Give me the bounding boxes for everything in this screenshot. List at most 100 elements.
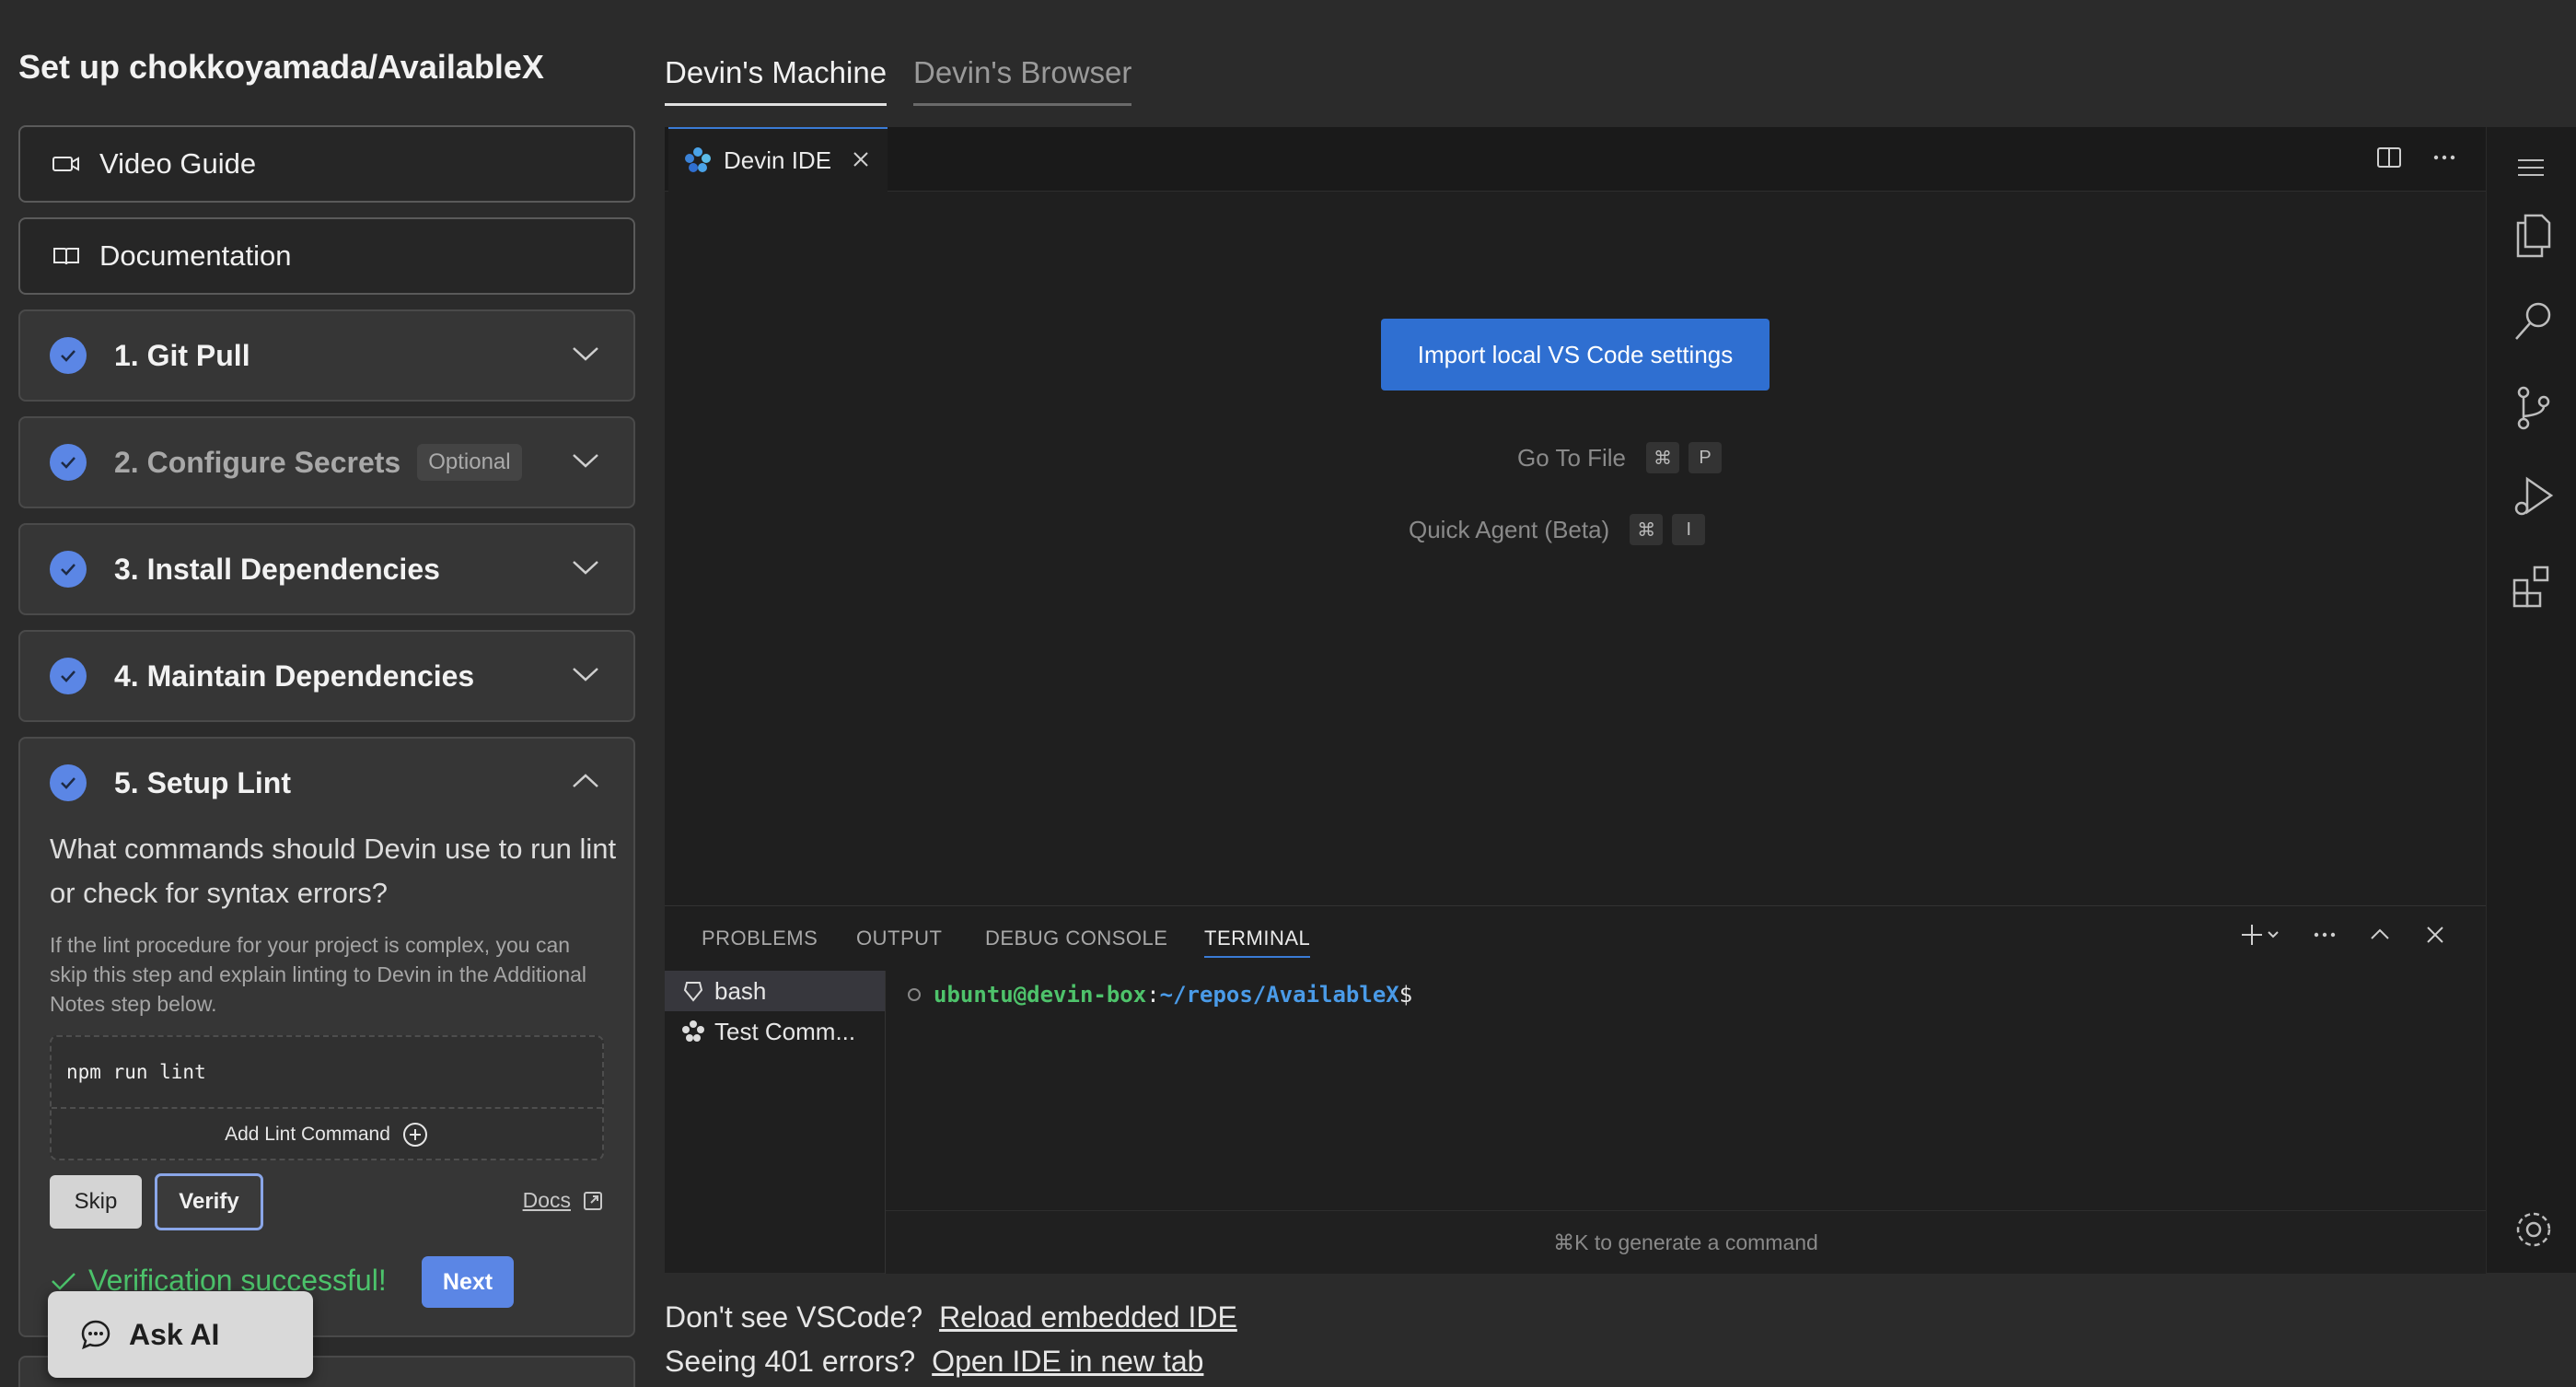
skip-button[interactable]: Skip (50, 1175, 142, 1229)
prompt-status-icon (908, 988, 921, 1001)
reload-help-text: Don't see VSCode? (665, 1300, 923, 1334)
terminal-list: bash Test Comm... (665, 971, 886, 1274)
video-guide-label: Video Guide (99, 147, 257, 180)
step-git-pull[interactable]: 1. Git Pull (18, 309, 635, 402)
extensions-icon[interactable] (2511, 560, 2557, 610)
setup-panel: Set up chokkoyamada/AvailableX Video Gui… (0, 0, 644, 1387)
terminal-output[interactable]: ubuntu@devin-box: ~/repos/AvailableX $ (908, 982, 1413, 1008)
chevron-up-icon[interactable] (571, 772, 600, 790)
panel-actions (2239, 921, 2449, 949)
chevron-down-icon (573, 561, 598, 575)
step-header[interactable]: 5. Setup Lint (20, 764, 633, 801)
editor-tab-devin-ide[interactable]: Devin IDE (668, 127, 888, 192)
more-actions-icon[interactable] (2311, 921, 2338, 949)
prompt-separator: : (1146, 982, 1160, 1008)
tab-terminal[interactable]: TERMINAL (1204, 927, 1311, 958)
chevron-down-icon (573, 347, 598, 361)
shortcut-label: Go To File (1517, 443, 1627, 472)
check-icon (50, 551, 87, 588)
search-icon[interactable] (2511, 297, 2557, 346)
source-control-icon[interactable] (2511, 383, 2557, 433)
devin-logo-icon (682, 1020, 704, 1042)
more-actions-icon[interactable] (2431, 144, 2458, 171)
documentation-label: Documentation (99, 239, 292, 272)
step-title: 5. Setup Lint (114, 765, 291, 799)
video-camera-icon (52, 157, 79, 171)
shortcut-key: ⌘ (1630, 514, 1664, 545)
terminal-name: bash (714, 976, 767, 1005)
generate-command-hint[interactable]: ⌘K to generate a command (886, 1210, 2486, 1274)
terminal-item-test[interactable]: Test Comm... (665, 1011, 885, 1052)
menu-icon[interactable] (2511, 147, 2551, 188)
maximize-panel-icon[interactable] (2366, 921, 2394, 949)
lint-command-input[interactable]: npm run lint (52, 1037, 602, 1109)
reload-ide-link[interactable]: Reload embedded IDE (939, 1300, 1237, 1334)
terminal-shell-icon (683, 982, 703, 1002)
ask-ai-label: Ask AI (129, 1317, 220, 1351)
tab-devins-browser[interactable]: Devin's Browser (913, 55, 1132, 106)
reload-help: Don't see VSCode? Reload embedded IDE (665, 1300, 1237, 1335)
optional-badge: Optional (417, 444, 522, 481)
terminal-item-bash[interactable]: bash (665, 971, 885, 1011)
docs-label: Docs (522, 1188, 571, 1212)
editor-welcome: Import local VS Code settings Go To File… (665, 192, 2486, 905)
close-icon[interactable] (849, 147, 873, 171)
new-terminal-icon[interactable] (2239, 921, 2283, 949)
plus-circle-icon (402, 1123, 427, 1147)
editor-actions (2375, 144, 2458, 171)
checkmark-icon (52, 1272, 75, 1290)
open-ide-new-tab-link[interactable]: Open IDE in new tab (932, 1345, 1203, 1378)
step-title: 1. Git Pull (114, 338, 250, 372)
close-panel-icon[interactable] (2421, 921, 2449, 949)
shortcut-key: I (1672, 514, 1706, 545)
devin-logo-icon (685, 147, 711, 172)
documentation-button[interactable]: Documentation (18, 217, 635, 295)
tab-problems[interactable]: PROBLEMS (702, 927, 818, 950)
docs-link[interactable]: Docs (523, 1188, 604, 1213)
tab-debug-console[interactable]: DEBUG CONSOLE (985, 927, 1167, 950)
activity-bar (2486, 127, 2576, 1273)
book-icon (53, 248, 79, 265)
chevron-down-icon (573, 668, 598, 682)
video-guide-button[interactable]: Video Guide (18, 125, 635, 203)
tab-output[interactable]: OUTPUT (856, 927, 942, 950)
shortcut-key: ⌘ (1646, 442, 1680, 473)
shortcut-label: Quick Agent (Beta) (1409, 515, 1610, 543)
check-icon (50, 658, 87, 694)
step-maintain-dependencies[interactable]: 4. Maintain Dependencies (18, 630, 635, 722)
check-icon (50, 337, 87, 374)
step-title: 4. Maintain Dependencies (114, 659, 475, 693)
step-title: 2. Configure Secrets (114, 445, 401, 479)
shortcut-quick-agent: Quick Agent (Beta) ⌘ I (1409, 514, 1706, 545)
chat-bubble-icon (81, 1320, 110, 1350)
lint-question: What commands should Devin use to run li… (50, 833, 617, 909)
verify-button[interactable]: Verify (155, 1173, 263, 1230)
chevron-down-icon (573, 454, 598, 468)
tab-devins-machine[interactable]: Devin's Machine (665, 55, 888, 106)
step-setup-lint: 5. Setup Lint What commands should Devin… (18, 737, 635, 1337)
step-title: 3. Install Dependencies (114, 552, 440, 586)
settings-gear-icon[interactable] (2511, 1205, 2557, 1254)
import-vscode-settings-button[interactable]: Import local VS Code settings (1381, 319, 1770, 390)
ask-ai-button[interactable]: Ask AI (48, 1291, 313, 1378)
next-button[interactable]: Next (422, 1256, 514, 1308)
split-editor-icon[interactable] (2375, 144, 2403, 171)
check-icon (50, 764, 87, 801)
add-lint-command-label: Add Lint Command (225, 1124, 390, 1145)
lint-hint: If the lint procedure for your project i… (50, 933, 587, 1016)
401-help: Seeing 401 errors? Open IDE in new tab (665, 1345, 1203, 1379)
shortcut-go-to-file: Go To File ⌘ P (1517, 442, 1723, 473)
step-install-dependencies[interactable]: 3. Install Dependencies (18, 523, 635, 615)
step-configure-secrets[interactable]: 2. Configure Secrets Optional (18, 416, 635, 508)
editor-tab-bar: Devin IDE (665, 127, 2486, 192)
add-lint-command-button[interactable]: Add Lint Command (52, 1109, 602, 1160)
shortcut-key: P (1688, 442, 1723, 473)
page-title: Set up chokkoyamada/AvailableX (18, 48, 544, 86)
run-debug-icon[interactable] (2511, 472, 2557, 521)
bottom-panel: PROBLEMS OUTPUT DEBUG CONSOLE TERMINAL b… (665, 905, 2486, 1274)
lint-command-box: npm run lint Add Lint Command (50, 1035, 604, 1160)
prompt-path: ~/repos/AvailableX (1159, 982, 1399, 1008)
prompt-dollar: $ (1398, 982, 1413, 1008)
401-help-text: Seeing 401 errors? (665, 1345, 916, 1378)
explorer-icon[interactable] (2511, 210, 2557, 260)
